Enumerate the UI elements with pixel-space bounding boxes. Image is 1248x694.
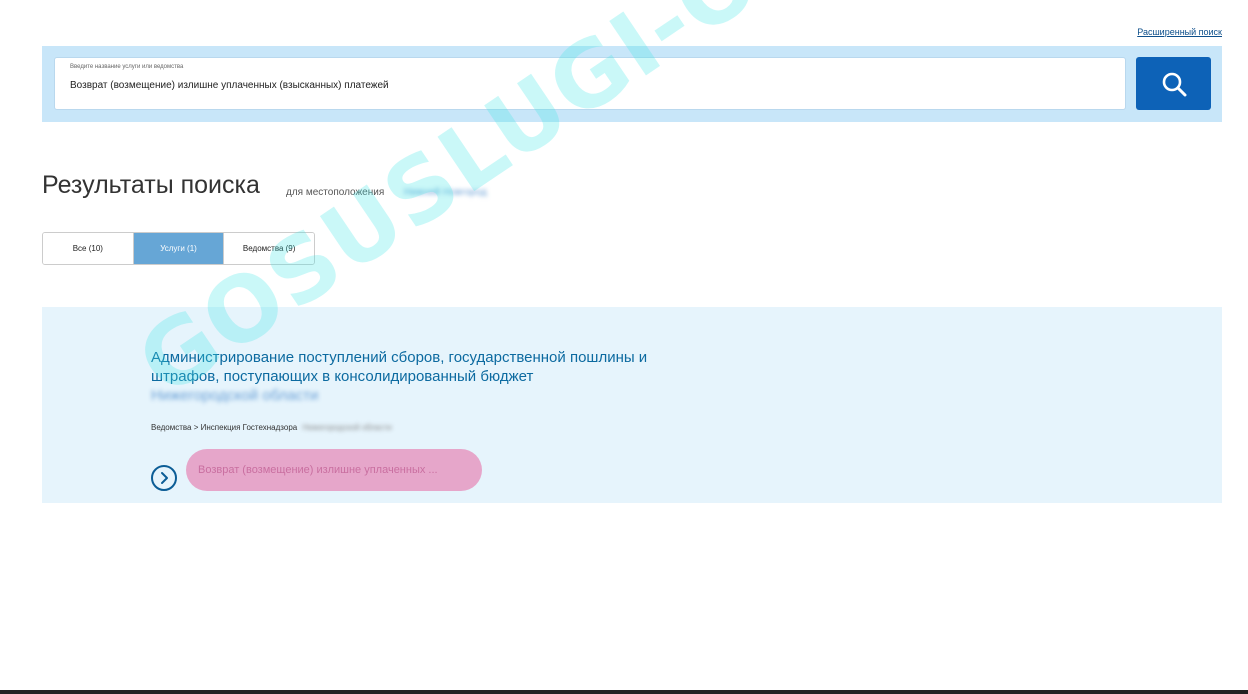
- breadcrumb-text: Ведомства > Инспекция Гостехнадзора: [151, 423, 298, 432]
- result-tabs: Все (10) Услуги (1) Ведомства (9): [42, 232, 315, 265]
- tab-agencies[interactable]: Ведомства (9): [224, 233, 314, 264]
- result-title-region: Нижегородской области: [151, 387, 319, 404]
- results-subtitle: для местоположения: [286, 187, 385, 198]
- search-icon: [1162, 72, 1186, 96]
- result-title-text: Администрирование поступлений сборов, го…: [151, 349, 648, 385]
- search-input-value[interactable]: Возврат (возмещение) излишне уплаченных …: [70, 80, 389, 91]
- tab-services[interactable]: Услуги (1): [133, 233, 225, 264]
- bottom-divider: [0, 690, 1248, 694]
- search-input-label: Введите название услуги или ведомства: [70, 64, 184, 70]
- result-card: Администрирование поступлений сборов, го…: [42, 307, 1222, 503]
- breadcrumb: Ведомства > Инспекция Гостехнадзора Ниже…: [151, 423, 392, 432]
- result-title-link[interactable]: Администрирование поступлений сборов, го…: [151, 348, 691, 405]
- search-button[interactable]: [1136, 57, 1211, 110]
- chevron-right-circle-icon[interactable]: [151, 465, 177, 491]
- advanced-search-link[interactable]: Расширенный поиск: [1137, 27, 1222, 37]
- search-panel: Введите название услуги или ведомства Во…: [42, 46, 1222, 122]
- location-link[interactable]: Нижний Новгород: [404, 187, 487, 198]
- breadcrumb-region: Нижегородской области: [302, 423, 392, 432]
- tab-all[interactable]: Все (10): [43, 233, 134, 264]
- page-title: Результаты поиска: [42, 171, 260, 199]
- service-link-button[interactable]: Возврат (возмещение) излишне уплаченных …: [186, 449, 482, 491]
- search-input[interactable]: Введите название услуги или ведомства Во…: [54, 57, 1126, 110]
